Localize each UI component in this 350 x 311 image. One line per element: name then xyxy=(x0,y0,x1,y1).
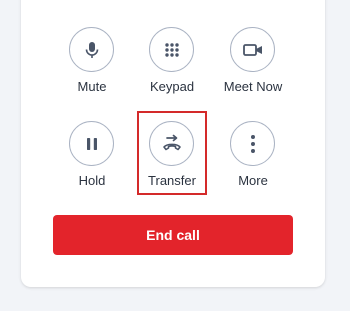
video-camera-icon xyxy=(242,42,264,58)
keypad-icon xyxy=(163,41,181,59)
keypad-button[interactable] xyxy=(149,27,194,72)
transfer-button[interactable] xyxy=(149,121,194,166)
hold-label: Hold xyxy=(78,173,106,188)
microphone-icon xyxy=(82,40,102,60)
hold-control[interactable]: Hold xyxy=(46,121,138,201)
transfer-call-icon xyxy=(161,134,183,154)
mute-button[interactable] xyxy=(69,27,114,72)
more-vertical-icon xyxy=(250,134,256,154)
meet-now-label: Meet Now xyxy=(223,79,283,94)
hold-button[interactable] xyxy=(69,121,114,166)
meet-now-button[interactable] xyxy=(230,27,275,72)
meet-now-control[interactable]: Meet Now xyxy=(207,27,299,107)
mute-control[interactable]: Mute xyxy=(46,27,138,107)
transfer-label: Transfer xyxy=(148,173,196,188)
mute-label: Mute xyxy=(77,79,107,94)
keypad-label: Keypad xyxy=(149,79,195,94)
transfer-control[interactable]: Transfer xyxy=(126,121,218,201)
more-label: More xyxy=(238,173,268,188)
end-call-button[interactable]: End call xyxy=(53,215,293,255)
pause-icon xyxy=(84,136,100,152)
keypad-control[interactable]: Keypad xyxy=(126,27,218,107)
more-button[interactable] xyxy=(230,121,275,166)
more-control[interactable]: More xyxy=(207,121,299,201)
